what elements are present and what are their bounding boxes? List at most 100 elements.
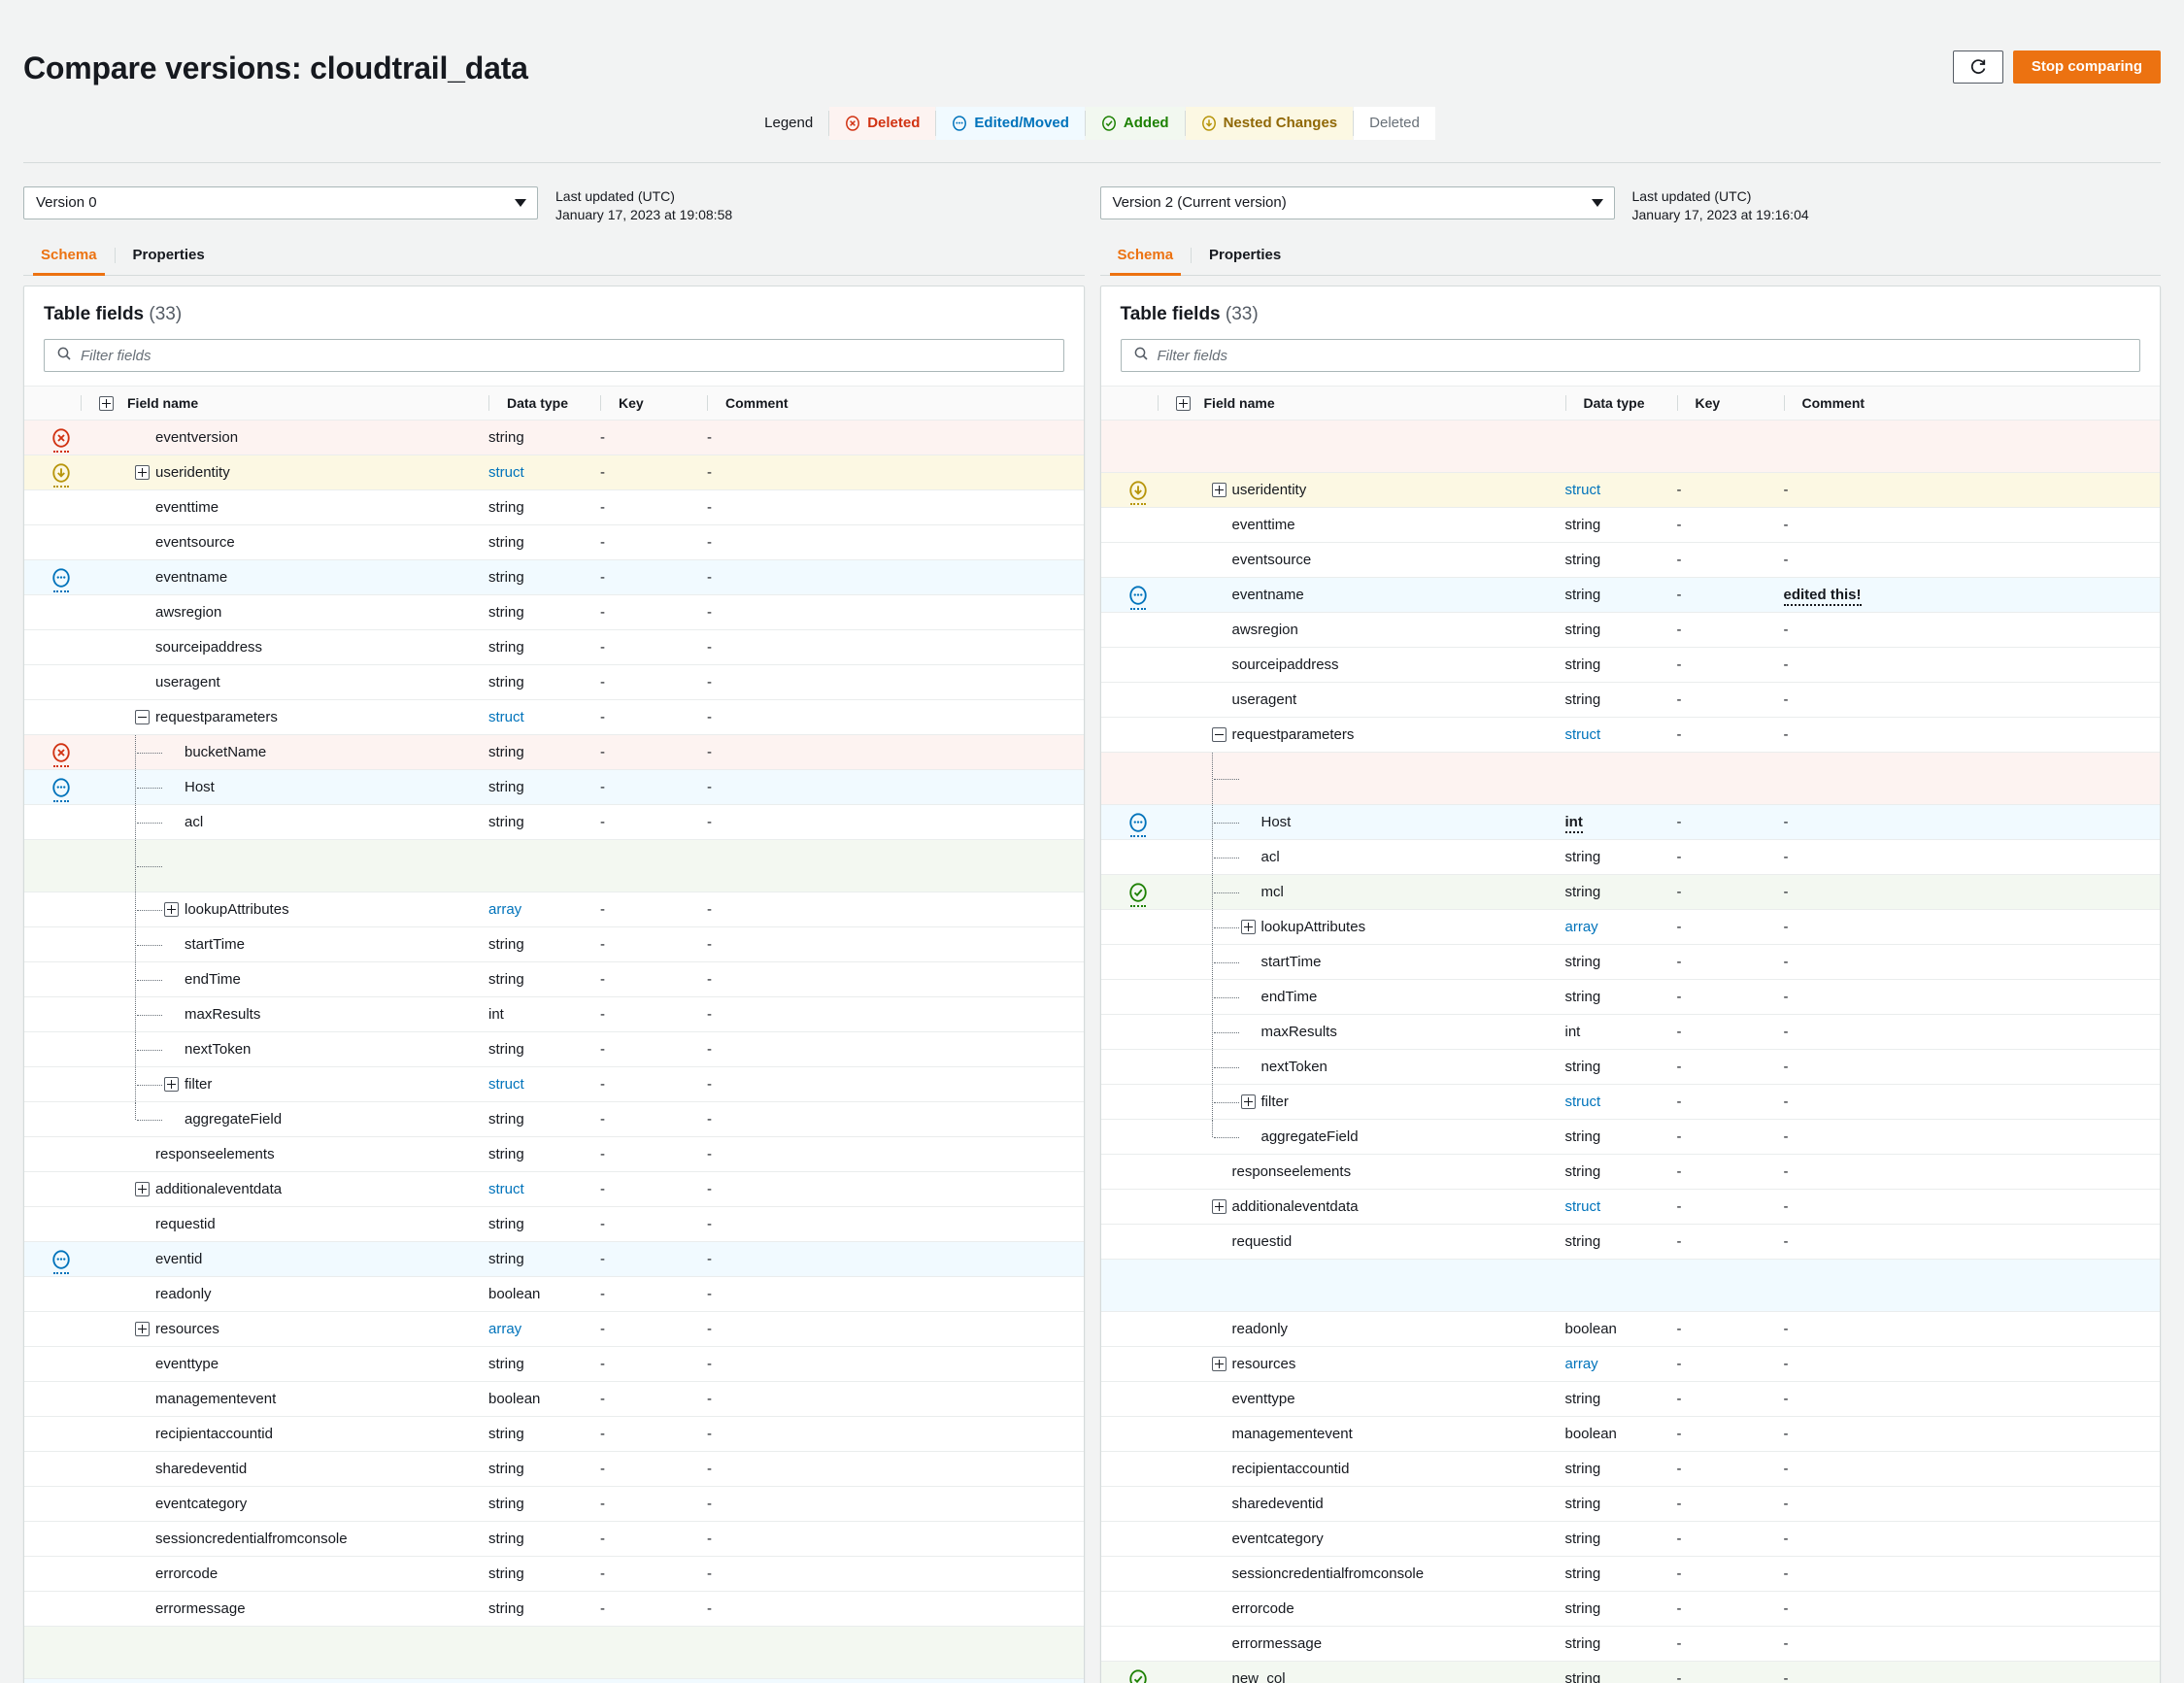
table-row[interactable]: eventsource string - - — [24, 524, 1084, 560]
table-row[interactable]: managementevent boolean - - — [24, 1381, 1084, 1417]
table-row[interactable]: endTime string - - — [1100, 979, 2160, 1015]
table-row[interactable]: recipientaccountid string - - — [24, 1416, 1084, 1452]
expand-icon[interactable] — [164, 1077, 179, 1092]
table-row[interactable]: maxResults int - - — [24, 996, 1084, 1032]
table-row[interactable]: requestparameters struct - - — [24, 699, 1084, 735]
table-row[interactable]: eventname string - - — [24, 559, 1084, 595]
tab-schema-right[interactable]: Schema — [1100, 240, 1192, 276]
table-row[interactable]: responseelements string - - — [24, 1136, 1084, 1172]
table-row[interactable]: errorcode string - - — [1100, 1591, 2160, 1627]
key-cell: - — [600, 489, 707, 525]
refresh-button[interactable] — [1952, 50, 2003, 84]
table-row[interactable]: requestparameters struct - - — [1100, 717, 2160, 753]
table-row[interactable]: resources array - - — [24, 1311, 1084, 1347]
table-row[interactable]: eventtime string - - — [24, 489, 1084, 525]
table-row[interactable]: errormessage string - - — [1100, 1626, 2160, 1662]
table-row[interactable]: useragent string - - — [24, 664, 1084, 700]
expand-all-icon[interactable] — [1175, 395, 1191, 411]
left-version-select[interactable]: Version 0 — [23, 186, 538, 219]
table-row[interactable]: lookupAttributes array - - — [1100, 909, 2160, 945]
table-row[interactable]: startTime string - - — [1100, 944, 2160, 980]
table-row[interactable]: startTime string - - — [24, 926, 1084, 962]
table-row[interactable]: useragent string - - — [1100, 682, 2160, 718]
table-row[interactable]: additionaleventdata struct - - — [24, 1171, 1084, 1207]
table-row[interactable]: sessioncredentialfromconsole string - - — [24, 1521, 1084, 1557]
table-row[interactable]: eventname string - edited this! — [1100, 577, 2160, 613]
table-row[interactable]: eventcategory string - - — [1100, 1521, 2160, 1557]
table-row[interactable] — [24, 1678, 1084, 1683]
table-row[interactable]: sourceipaddress string - - — [1100, 647, 2160, 683]
tab-schema-left[interactable]: Schema — [23, 240, 115, 276]
table-row[interactable]: endTime string - - — [24, 961, 1084, 997]
table-row[interactable]: acl string - - — [24, 804, 1084, 840]
expand-icon[interactable] — [135, 1322, 150, 1336]
table-row[interactable]: awsregion string - - — [24, 594, 1084, 630]
table-row[interactable]: errorcode string - - — [24, 1556, 1084, 1592]
table-row[interactable]: useridentity struct - - — [1100, 472, 2160, 508]
table-row[interactable]: recipientaccountid string - - — [1100, 1451, 2160, 1487]
field-name: maxResults — [1260, 1024, 1337, 1040]
expand-icon[interactable] — [1211, 483, 1226, 497]
table-row[interactable]: eventtype string - - — [1100, 1381, 2160, 1417]
table-row[interactable]: eventid string - - — [24, 1241, 1084, 1277]
expand-all-icon[interactable] — [99, 395, 114, 411]
stop-comparing-button[interactable]: Stop comparing — [2012, 50, 2161, 84]
table-row[interactable]: sourceipaddress string - - — [24, 629, 1084, 665]
table-row[interactable]: Host string - - — [24, 769, 1084, 805]
table-row[interactable]: mcl string - - — [1100, 874, 2160, 910]
table-row[interactable]: bucketName string - - — [24, 734, 1084, 770]
table-row[interactable]: eventtime string - - — [1100, 507, 2160, 543]
table-row[interactable] — [24, 1626, 1084, 1679]
row-status-cell — [24, 734, 81, 770]
table-row[interactable]: eventcategory string - - — [24, 1486, 1084, 1522]
expand-icon[interactable] — [135, 1182, 150, 1196]
expand-icon[interactable] — [1240, 920, 1256, 934]
table-row[interactable]: responseelements string - - — [1100, 1154, 2160, 1190]
expand-icon[interactable] — [135, 465, 150, 480]
table-row[interactable]: nextToken string - - — [1100, 1049, 2160, 1085]
table-row[interactable]: maxResults int - - — [1100, 1014, 2160, 1050]
table-row[interactable]: errormessage string - - — [24, 1591, 1084, 1627]
table-row[interactable]: managementevent boolean - - — [1100, 1416, 2160, 1452]
expand-icon[interactable] — [164, 902, 179, 917]
data-type-cell: string — [488, 961, 600, 997]
table-row[interactable] — [1100, 420, 2160, 473]
table-row[interactable]: awsregion string - - — [1100, 612, 2160, 648]
table-row[interactable]: sessioncredentialfromconsole string - - — [1100, 1556, 2160, 1592]
right-version-select[interactable]: Version 2 (Current version) — [1099, 186, 1615, 219]
comment-cell: - — [1783, 507, 2160, 543]
table-row[interactable]: acl string - - — [1100, 839, 2160, 875]
tab-properties-right[interactable]: Properties — [1192, 240, 1298, 275]
table-row[interactable]: aggregateField string - - — [1100, 1119, 2160, 1155]
tab-properties-left[interactable]: Properties — [116, 240, 222, 275]
table-row[interactable] — [24, 839, 1084, 892]
expand-icon[interactable] — [1211, 1199, 1226, 1214]
table-row[interactable]: new_col string - - — [1100, 1661, 2160, 1683]
table-row[interactable]: eventversion string - - — [24, 420, 1084, 455]
table-row[interactable] — [1100, 752, 2160, 805]
table-row[interactable]: requestid string - - — [1100, 1224, 2160, 1260]
collapse-icon[interactable] — [1211, 727, 1226, 742]
table-row[interactable]: readonly boolean - - — [24, 1276, 1084, 1312]
expand-icon[interactable] — [1211, 1357, 1226, 1371]
collapse-icon[interactable] — [135, 710, 150, 724]
table-row[interactable]: sharedeventid string - - — [1100, 1486, 2160, 1522]
left-filter-input[interactable]: Filter fields — [44, 339, 1064, 372]
table-row[interactable]: resources array - - — [1100, 1346, 2160, 1382]
table-row[interactable]: nextToken string - - — [24, 1031, 1084, 1067]
table-row[interactable]: eventtype string - - — [24, 1346, 1084, 1382]
table-row[interactable]: Host int - - — [1100, 804, 2160, 840]
table-row[interactable] — [1100, 1259, 2160, 1312]
table-row[interactable]: readonly boolean - - — [1100, 1311, 2160, 1347]
table-row[interactable]: additionaleventdata struct - - — [1100, 1189, 2160, 1225]
table-row[interactable]: eventsource string - - — [1100, 542, 2160, 578]
table-row[interactable]: aggregateField string - - — [24, 1101, 1084, 1137]
table-row[interactable]: requestid string - - — [24, 1206, 1084, 1242]
table-row[interactable]: sharedeventid string - - — [24, 1451, 1084, 1487]
expand-icon[interactable] — [1240, 1094, 1256, 1109]
table-row[interactable]: lookupAttributes array - - — [24, 892, 1084, 927]
table-row[interactable]: filter struct - - — [1100, 1084, 2160, 1120]
table-row[interactable]: useridentity struct - - — [24, 454, 1084, 490]
right-filter-input[interactable]: Filter fields — [1120, 339, 2140, 372]
table-row[interactable]: filter struct - - — [24, 1066, 1084, 1102]
